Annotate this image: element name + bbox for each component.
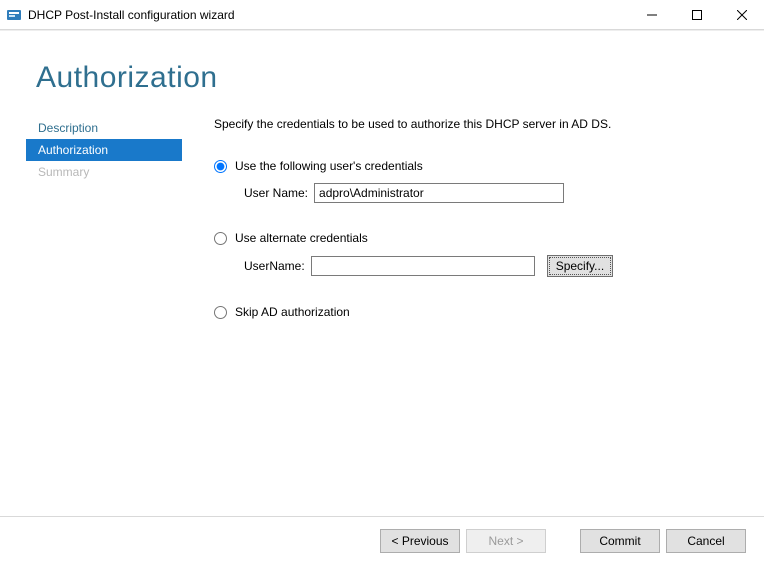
commit-button[interactable]: Commit	[580, 529, 660, 553]
radio-skip-ad-authorization[interactable]	[214, 306, 227, 319]
titlebar: DHCP Post-Install configuration wizard	[0, 0, 764, 30]
username-input[interactable]	[314, 183, 564, 203]
wizard-steps: Description Authorization Summary	[26, 117, 182, 183]
close-button[interactable]	[719, 0, 764, 29]
option-label: Use the following user's credentials	[235, 159, 423, 173]
next-button: Next >	[466, 529, 546, 553]
content-area: Specify the credentials to be used to au…	[214, 117, 744, 329]
username-label: User Name:	[244, 186, 308, 200]
option-label: Use alternate credentials	[235, 231, 368, 245]
page-title: Authorization	[36, 61, 218, 95]
option-label: Skip AD authorization	[235, 305, 350, 319]
alt-username-input	[311, 256, 535, 276]
alt-username-field-row: UserName: Specify...	[244, 255, 744, 277]
option-use-alternate-credentials[interactable]: Use alternate credentials	[214, 231, 744, 245]
step-authorization[interactable]: Authorization	[26, 139, 182, 161]
maximize-button[interactable]	[674, 0, 719, 29]
app-icon	[6, 7, 22, 23]
option-use-following-credentials[interactable]: Use the following user's credentials	[214, 159, 744, 173]
option-skip-ad-authorization[interactable]: Skip AD authorization	[214, 305, 744, 319]
window-controls	[629, 0, 764, 29]
minimize-button[interactable]	[629, 0, 674, 29]
username-field-row: User Name:	[244, 183, 744, 203]
window-title: DHCP Post-Install configuration wizard	[28, 8, 629, 22]
step-summary: Summary	[26, 161, 182, 183]
cancel-button[interactable]: Cancel	[666, 529, 746, 553]
previous-button[interactable]: < Previous	[380, 529, 460, 553]
instruction-text: Specify the credentials to be used to au…	[214, 117, 744, 131]
radio-use-alternate-credentials[interactable]	[214, 232, 227, 245]
specify-button[interactable]: Specify...	[547, 255, 613, 277]
radio-use-following-credentials[interactable]	[214, 160, 227, 173]
alt-username-label: UserName:	[244, 259, 305, 273]
step-description[interactable]: Description	[26, 117, 182, 139]
wizard-footer: < Previous Next > Commit Cancel	[0, 516, 764, 564]
